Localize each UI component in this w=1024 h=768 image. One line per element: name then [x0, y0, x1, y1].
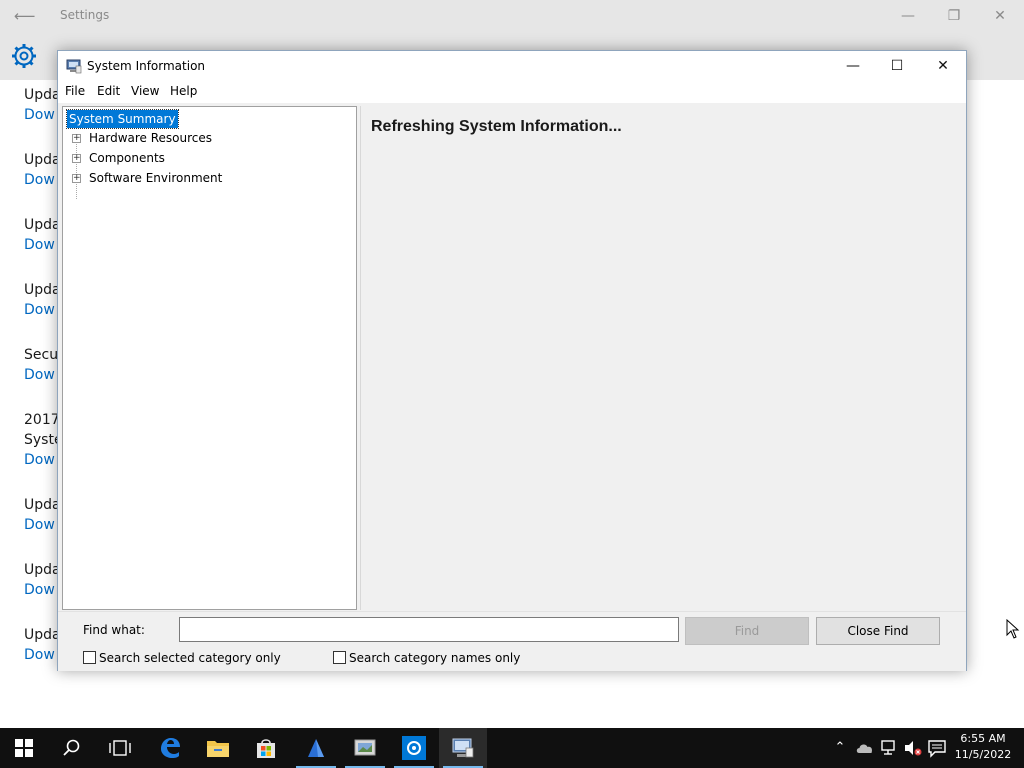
- search-icon: [63, 739, 80, 756]
- tree-guide-line: [76, 139, 77, 199]
- tree-item-system-summary[interactable]: System Summary: [66, 109, 179, 129]
- taskbar-system-information[interactable]: [439, 728, 487, 768]
- tree-item-components[interactable]: Components: [89, 149, 165, 167]
- edge-browser-icon: [161, 738, 180, 758]
- menu-file[interactable]: File: [65, 84, 85, 98]
- start-button[interactable]: [0, 728, 48, 768]
- settings-titlebar: ⟵ Settings — ❐ ✕: [0, 0, 1024, 32]
- expand-plus-icon[interactable]: +: [72, 154, 81, 163]
- store-bag-icon: [257, 739, 275, 758]
- clock-time: 6:55 AM: [960, 732, 1006, 745]
- find-what-input[interactable]: [179, 617, 679, 642]
- taskbar-clock[interactable]: 6:55 AM 11/5/2022: [950, 731, 1016, 763]
- search-selected-category-checkbox[interactable]: Search selected category only: [83, 651, 281, 665]
- expand-plus-icon[interactable]: +: [72, 174, 81, 183]
- taskbar-edge[interactable]: [146, 728, 194, 768]
- find-what-label: Find what:: [83, 623, 145, 637]
- settings-restore-button[interactable]: ❐: [944, 6, 964, 26]
- taskbar-file-explorer[interactable]: [194, 728, 242, 768]
- show-hidden-icons-chevron-icon[interactable]: ⌃: [830, 738, 850, 758]
- checkbox-box[interactable]: [333, 651, 346, 664]
- checkbox-box[interactable]: [83, 651, 96, 664]
- find-bar: Find what: Find Close Find Search select…: [58, 611, 966, 671]
- expand-plus-icon[interactable]: +: [72, 134, 81, 143]
- picture-viewer-icon: [354, 739, 376, 756]
- checkbox-label: Search selected category only: [99, 651, 281, 665]
- blue-sail-app-icon: [308, 739, 324, 757]
- taskbar: ⌃ 6:55 AM 11/5/2022: [0, 728, 1024, 768]
- tree-item-hardware-resources[interactable]: Hardware Resources: [89, 129, 212, 147]
- task-view-icon: [109, 740, 131, 756]
- settings-title: Settings: [60, 8, 110, 22]
- back-arrow-icon[interactable]: ⟵: [14, 7, 36, 25]
- maximize-button[interactable]: ☐: [874, 51, 920, 81]
- window-titlebar[interactable]: System Information — ☐ ✕: [58, 51, 966, 81]
- close-button[interactable]: ✕: [920, 51, 966, 81]
- onedrive-cloud-icon[interactable]: [855, 738, 875, 758]
- menu-view[interactable]: View: [131, 84, 159, 98]
- system-information-window: System Information — ☐ ✕ File Edit View …: [57, 50, 967, 671]
- refresh-status-text: Refreshing System Information...: [371, 118, 622, 135]
- action-center-icon[interactable]: [927, 738, 947, 758]
- windows-logo-icon: [15, 739, 33, 757]
- settings-close-button[interactable]: ✕: [990, 6, 1010, 26]
- detail-pane: Refreshing System Information...: [360, 106, 964, 610]
- settings-minimize-button[interactable]: —: [898, 6, 918, 26]
- menu-bar: File Edit View Help: [58, 81, 966, 103]
- close-find-button[interactable]: Close Find: [816, 617, 940, 645]
- system-information-app-icon: [66, 59, 82, 74]
- checkbox-label: Search category names only: [349, 651, 521, 665]
- minimize-button[interactable]: —: [830, 51, 876, 81]
- settings-gear-icon: [402, 736, 426, 760]
- mouse-pointer-icon: [1006, 619, 1020, 639]
- folder-icon: [207, 741, 229, 757]
- taskbar-store[interactable]: [242, 728, 290, 768]
- system-information-icon: [452, 738, 474, 758]
- window-title: System Information: [87, 59, 206, 73]
- network-icon[interactable]: [879, 738, 899, 758]
- taskbar-settings[interactable]: [390, 728, 438, 768]
- menu-help[interactable]: Help: [170, 84, 197, 98]
- search-button[interactable]: [48, 728, 96, 768]
- category-tree[interactable]: System Summary + Hardware Resources + Co…: [62, 106, 357, 610]
- search-category-names-checkbox[interactable]: Search category names only: [333, 651, 520, 665]
- task-view-button[interactable]: [96, 728, 144, 768]
- volume-muted-icon[interactable]: [903, 738, 923, 758]
- clock-date: 11/5/2022: [954, 748, 1012, 761]
- gear-icon: [12, 44, 36, 68]
- taskbar-app-screenshot[interactable]: [341, 728, 389, 768]
- taskbar-app-blue[interactable]: [292, 728, 340, 768]
- menu-edit[interactable]: Edit: [97, 84, 120, 98]
- find-button[interactable]: Find: [685, 617, 809, 645]
- tree-item-software-environment[interactable]: Software Environment: [89, 169, 222, 187]
